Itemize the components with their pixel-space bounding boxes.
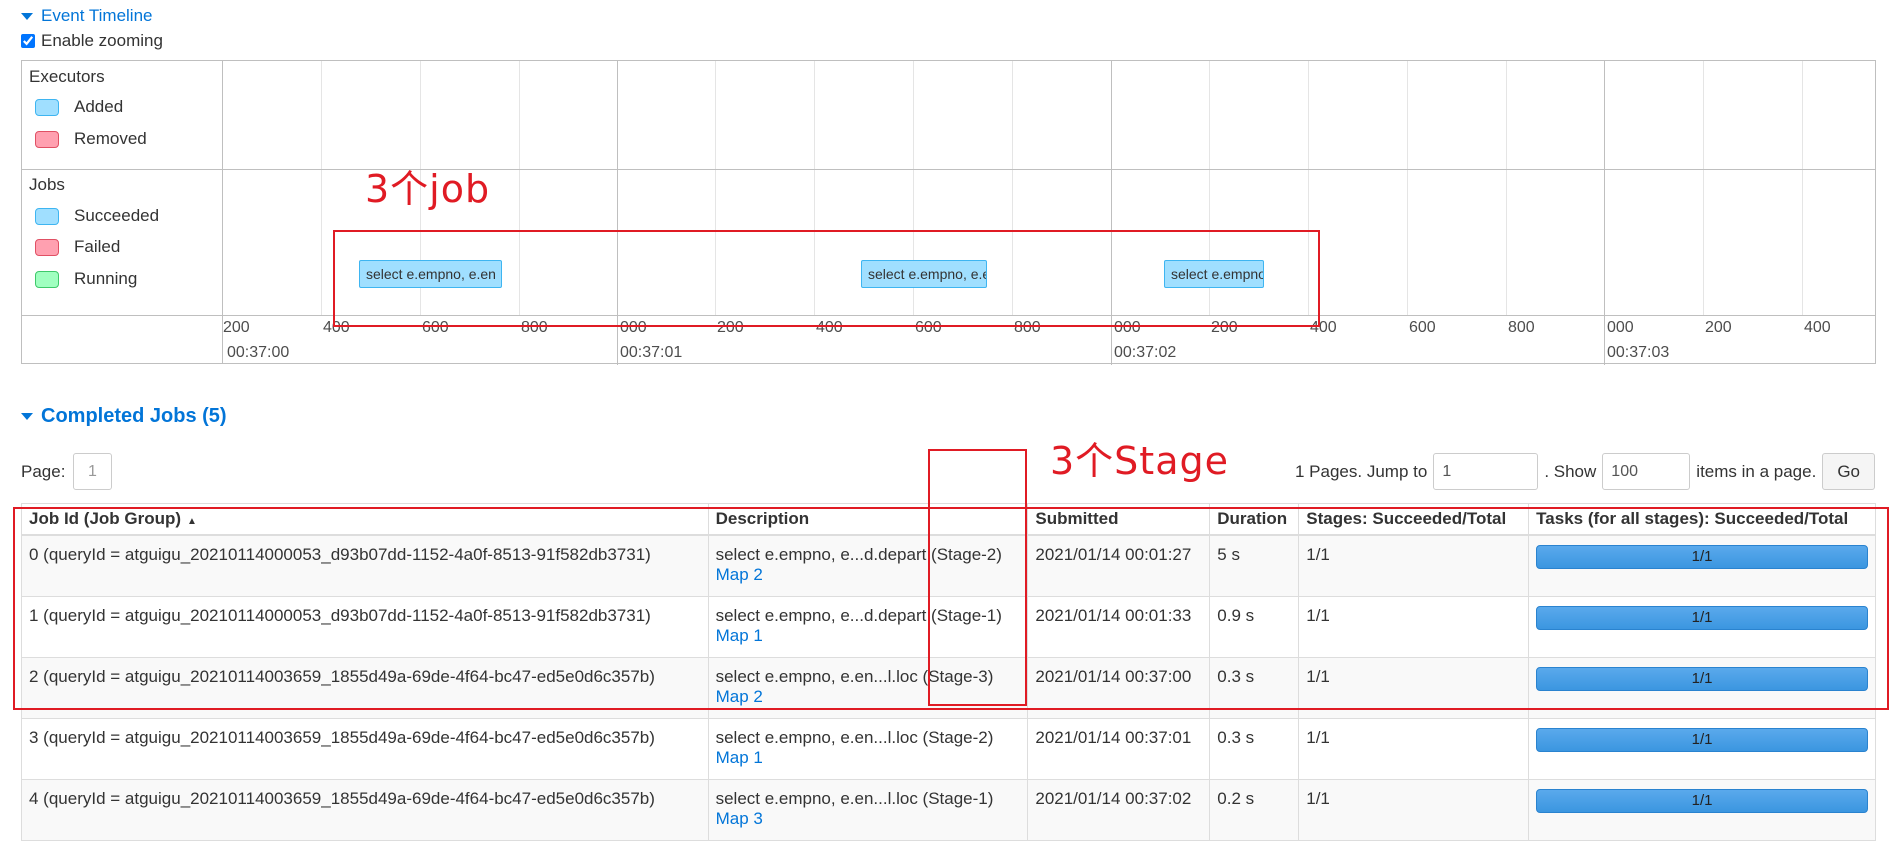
legend-job-failed: Failed [35,237,120,257]
axis-tick: 200 [1705,319,1732,336]
tasks-progress-bar: 1/1 [1536,788,1868,813]
grid-line [1407,61,1408,315]
axis-tick: 600 [1409,319,1436,336]
jump-to-page-input[interactable]: 1 [1433,453,1539,490]
grid-line [321,61,322,315]
stages-cell: 1/1 [1298,717,1530,780]
submitted-cell: 2021/01/14 00:37:02 [1027,778,1211,841]
axis-time-label: 00:37:01 [620,344,683,361]
grid-line-major [1604,61,1605,365]
timeline-legend: Executors Added Removed Jobs Succeeded F… [22,61,223,363]
duration-cell: 0.2 s [1209,778,1300,841]
job-detail-link[interactable]: Map 3 [716,809,1021,829]
grid-line [1802,61,1803,315]
description-text: select e.empno, e.en...l.loc (Stage-1) [715,788,994,808]
page-label: Page: [21,462,66,481]
running-swatch [35,270,59,288]
legend-label: Failed [74,237,121,256]
submitted-cell: 2021/01/14 00:37:01 [1027,717,1211,780]
legend-label: Added [74,97,124,116]
removed-swatch [35,130,59,148]
pages-text: 1 Pages. Jump to [1295,461,1428,481]
failed-swatch [35,238,59,256]
added-swatch [35,98,59,116]
annotation-jobs-note: 3个job [365,167,491,211]
axis-tick: 000 [1607,319,1634,336]
duration-cell: 0.3 s [1209,717,1300,780]
table-row: 3 (queryId = atguigu_20210114003659_1855… [21,717,1876,780]
legend-executor-removed: Removed [35,129,147,149]
succeeded-swatch [35,207,59,225]
axis-time-label: 00:37:03 [1607,344,1670,361]
items-text: items in a page. [1696,461,1817,481]
caret-down-icon [21,413,33,420]
table-row: 4 (queryId = atguigu_20210114003659_1855… [21,778,1876,841]
legend-job-succeeded: Succeeded [35,206,159,226]
executors-legend-title: Executors [29,67,105,86]
axis-tick: 200 [223,319,250,336]
description-cell: select e.empno, e.en...l.loc (Stage-1) M… [707,778,1029,841]
axis-time-label: 00:37:02 [1114,344,1177,361]
stages-cell: 1/1 [1298,778,1530,841]
event-timeline-toggle[interactable]: Event Timeline [21,6,153,26]
legend-label: Removed [74,129,147,148]
legend-executor-added: Added [35,97,123,117]
completed-jobs-title: Completed Jobs (5) [41,405,227,427]
enable-zooming-checkbox[interactable] [21,34,35,48]
annotation-jobs-box [333,230,1320,327]
job-id-cell: 3 (queryId = atguigu_20210114003659_1855… [21,717,709,780]
legend-label: Running [74,269,138,288]
tasks-progress-bar: 1/1 [1536,727,1868,752]
grid-line [1703,61,1704,315]
caret-down-icon [21,12,33,20]
event-timeline-title: Event Timeline [41,6,153,25]
page-size-input[interactable]: 100 [1602,453,1691,490]
axis-tick: 400 [1804,319,1831,336]
description-cell: select e.empno, e.en...l.loc (Stage-2) M… [707,717,1029,780]
page-number-button[interactable]: 1 [73,453,112,490]
jobs-legend-group: Jobs Succeeded Failed Running [22,169,222,316]
tasks-cell: 1/1 [1528,717,1876,780]
enable-zooming-option[interactable]: Enable zooming [21,31,163,51]
completed-jobs-toggle[interactable]: Completed Jobs (5) [21,405,227,428]
axis-time-label: 00:37:00 [227,344,290,361]
description-text: select e.empno, e.en...l.loc (Stage-2) [715,727,994,747]
executors-legend-group: Executors Added Removed [22,61,222,170]
legend-label: Succeeded [74,206,160,225]
paging-controls: 1 Pages. Jump to 1 . Show 100 items in a… [1295,453,1875,490]
job-id-cell: 4 (queryId = atguigu_20210114003659_1855… [21,778,709,841]
enable-zooming-label: Enable zooming [41,31,163,50]
go-button[interactable]: Go [1822,453,1875,490]
jobs-legend-title: Jobs [29,175,65,194]
axis-tick: 800 [1508,319,1535,336]
annotation-table-box [13,507,1889,710]
show-text: . Show [1544,461,1597,481]
legend-job-running: Running [35,269,137,289]
annotation-stage-note: 3个Stage [1050,439,1229,483]
tasks-cell: 1/1 [1528,778,1876,841]
job-detail-link[interactable]: Map 1 [716,748,1021,768]
grid-line [1506,61,1507,315]
